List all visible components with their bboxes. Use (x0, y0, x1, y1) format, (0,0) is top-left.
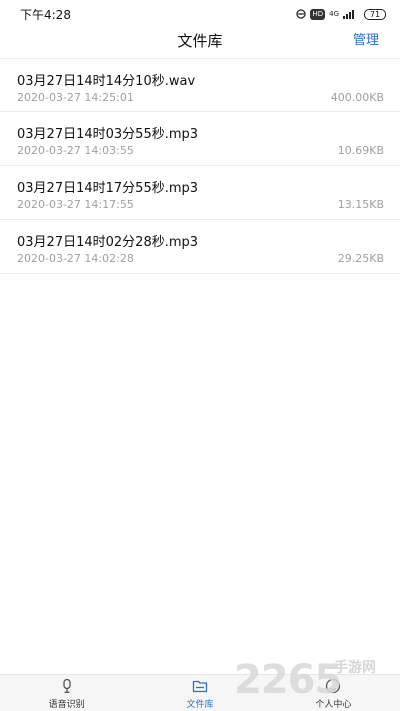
file-date: 2020-03-27 14:03:55 (17, 144, 134, 157)
hd-badge: HD (310, 8, 326, 20)
file-date: 2020-03-27 14:17:55 (17, 198, 134, 211)
network-label: 4G (329, 10, 339, 18)
file-list-item[interactable]: 03月27日14时14分10秒.wav 2020-03-27 14:25:01 … (0, 58, 400, 112)
file-list-item[interactable]: 03月27日14时02分28秒.mp3 2020-03-27 14:02:28 … (0, 220, 400, 274)
manage-button[interactable]: 管理 (353, 28, 379, 54)
file-name: 03月27日14时03分55秒.mp3 (17, 127, 199, 142)
person-icon (326, 678, 341, 694)
file-date: 2020-03-27 14:25:01 (17, 91, 134, 104)
file-name: 03月27日14时02分28秒.mp3 (17, 235, 199, 250)
tab-label: 个人中心 (315, 700, 352, 710)
dnd-icon (296, 9, 307, 19)
file-size: 400.00KB (330, 91, 384, 104)
signal-icon (343, 10, 354, 19)
tab-file-library[interactable]: 文件库 (133, 675, 266, 711)
battery-icon: 71 (364, 8, 386, 20)
file-list-item[interactable]: 03月27日14时17分55秒.mp3 2020-03-27 14:17:55 … (0, 166, 400, 220)
tab-speech-recognition[interactable]: 语音识别 (0, 675, 133, 711)
battery-level: 71 (369, 9, 381, 19)
file-size: 10.69KB (337, 144, 384, 157)
file-list: 03月27日14时14分10秒.wav 2020-03-27 14:25:01 … (0, 58, 400, 274)
tab-personal-center[interactable]: 个人中心 (267, 675, 400, 711)
file-size: 29.25KB (337, 252, 384, 265)
folder-icon (192, 680, 208, 693)
status-bar: 下午4:28 HD 4G 71 (0, 0, 400, 28)
file-name: 03月27日14时14分10秒.wav (17, 74, 196, 89)
tab-label: 语音识别 (48, 700, 85, 710)
microphone-icon (63, 678, 71, 693)
nav-bar: 文件库 管理 (0, 28, 400, 58)
file-name: 03月27日14时17分55秒.mp3 (17, 181, 199, 196)
status-time: 下午4:28 (20, 7, 71, 22)
status-icons: HD 4G 71 (296, 8, 386, 20)
file-date: 2020-03-27 14:02:28 (17, 252, 134, 265)
bottom-tab-bar: 语音识别 文件库 个人中心 (0, 674, 400, 711)
file-size: 13.15KB (337, 198, 384, 211)
tab-label: 文件库 (186, 700, 214, 710)
file-list-item[interactable]: 03月27日14时03分55秒.mp3 2020-03-27 14:03:55 … (0, 112, 400, 166)
page-title: 文件库 (177, 32, 223, 50)
